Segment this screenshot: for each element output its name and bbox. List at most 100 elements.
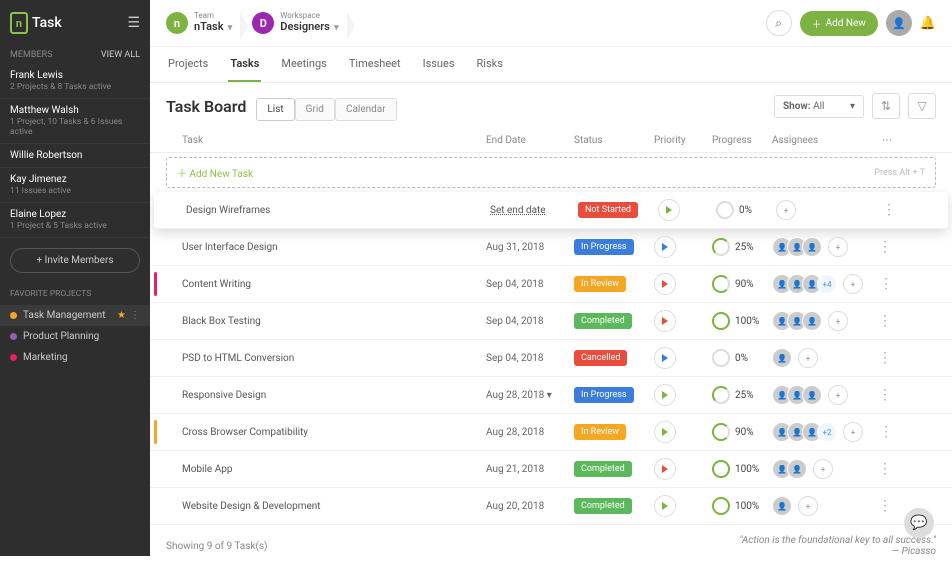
task-row[interactable]: Content Writing Sep 04, 2018 In Review 9… xyxy=(150,266,952,303)
priority-button[interactable] xyxy=(654,273,676,295)
task-row[interactable]: Cross Browser Compatibility Aug 28, 2018… xyxy=(150,414,952,451)
status-badge[interactable]: Completed xyxy=(574,461,632,477)
add-assignee-button[interactable]: + xyxy=(813,459,833,479)
member-item[interactable]: Kay Jimenez11 Issues active xyxy=(0,168,150,203)
task-row[interactable]: Responsive Design Aug 28, 2018 ▾ In Prog… xyxy=(150,377,952,414)
view-calendar-button[interactable]: Calendar xyxy=(335,98,397,121)
column-menu-button[interactable]: ⋯ xyxy=(862,135,892,146)
status-badge[interactable]: Not Started xyxy=(578,202,638,218)
row-menu-button[interactable]: ⋮ xyxy=(862,461,892,477)
show-filter-select[interactable]: Show: All ▾ xyxy=(774,95,864,118)
end-date[interactable]: Sep 04, 2018 xyxy=(486,353,574,364)
end-date[interactable]: Set end date xyxy=(490,205,578,216)
tab-risks[interactable]: Risks xyxy=(475,47,505,82)
status-badge[interactable]: Cancelled xyxy=(574,350,627,366)
row-menu-button[interactable]: ⋮ xyxy=(863,424,893,440)
task-row[interactable]: Mobile App Aug 21, 2018 Completed 100% 👤… xyxy=(150,451,952,488)
member-item[interactable]: Elaine Lopez1 Project & 5 Tasks active xyxy=(0,203,150,238)
tab-tasks[interactable]: Tasks xyxy=(228,47,261,82)
view-all-link[interactable]: View All xyxy=(101,50,140,60)
status-badge[interactable]: In Review xyxy=(574,424,626,440)
status-badge[interactable]: Completed xyxy=(574,498,632,514)
tab-projects[interactable]: Projects xyxy=(166,47,210,82)
tab-meetings[interactable]: Meetings xyxy=(279,47,328,82)
assignee-avatar[interactable]: 👤 xyxy=(802,385,822,405)
status-badge[interactable]: In Progress xyxy=(574,239,634,255)
end-date[interactable]: Sep 04, 2018 xyxy=(486,316,574,327)
priority-button[interactable] xyxy=(654,347,676,369)
filter-button[interactable]: ▽ xyxy=(908,93,936,119)
row-menu-button[interactable]: ⋮ xyxy=(862,239,892,255)
end-date[interactable]: Aug 31, 2018 xyxy=(486,242,574,253)
row-menu-button[interactable]: ⋮ xyxy=(862,350,892,366)
add-new-button[interactable]: ＋Add New xyxy=(800,11,878,36)
add-assignee-button[interactable]: + xyxy=(798,496,818,516)
add-assignee-button[interactable]: + xyxy=(776,200,796,220)
end-date[interactable]: Aug 28, 2018 xyxy=(486,427,574,438)
row-menu-button[interactable]: ⋮ xyxy=(862,498,892,514)
add-assignee-button[interactable]: + xyxy=(843,422,863,442)
menu-icon[interactable]: ☰ xyxy=(127,15,140,31)
assignee-avatar[interactable]: 👤 xyxy=(772,496,792,516)
task-row[interactable]: Website Design & Development Aug 20, 201… xyxy=(150,488,952,525)
app-logo[interactable]: n Task xyxy=(10,12,62,34)
invite-members-button[interactable]: + Invite Members xyxy=(10,248,140,273)
add-assignee-button[interactable]: + xyxy=(828,385,848,405)
sort-button[interactable]: ⇅ xyxy=(872,93,900,119)
team-badge: n xyxy=(166,12,188,34)
view-list-button[interactable]: List xyxy=(256,98,294,121)
favorites-header: FAVORITE PROJECTS xyxy=(0,283,150,305)
status-badge[interactable]: In Progress xyxy=(574,387,634,403)
priority-button[interactable] xyxy=(658,199,680,221)
add-assignee-button[interactable]: + xyxy=(828,311,848,331)
row-menu-button[interactable]: ⋮ xyxy=(866,202,896,218)
row-menu-button[interactable]: ⋮ xyxy=(863,276,893,292)
end-date[interactable]: Aug 21, 2018 xyxy=(486,464,574,475)
end-date[interactable]: Aug 20, 2018 xyxy=(486,501,574,512)
assignee-avatar[interactable]: 👤 xyxy=(772,348,792,368)
priority-button[interactable] xyxy=(654,421,676,443)
add-assignee-button[interactable]: + xyxy=(828,237,848,257)
end-date[interactable]: Aug 28, 2018 ▾ xyxy=(486,390,574,401)
favorite-project-item[interactable]: Product Planning xyxy=(0,326,150,347)
status-badge[interactable]: In Review xyxy=(574,276,626,292)
member-item[interactable]: Frank Lewis2 Projects & 8 Tasks active xyxy=(0,64,150,99)
favorite-project-item[interactable]: Marketing xyxy=(0,347,150,368)
priority-button[interactable] xyxy=(654,236,676,258)
task-row[interactable]: Design Wireframes Set end date Not Start… xyxy=(154,192,948,229)
chat-button[interactable]: 💬 xyxy=(904,508,934,538)
add-assignee-button[interactable]: + xyxy=(843,274,863,294)
end-date[interactable]: Sep 04, 2018 xyxy=(486,279,574,290)
assignee-overflow[interactable]: +2 xyxy=(817,422,837,442)
more-icon[interactable]: ⋮ xyxy=(130,310,140,321)
assignee-avatar[interactable]: 👤 xyxy=(802,237,822,257)
priority-button[interactable] xyxy=(654,384,676,406)
assignee-overflow[interactable]: +4 xyxy=(817,274,837,294)
priority-button[interactable] xyxy=(654,310,676,332)
task-row[interactable]: Black Box Testing Sep 04, 2018 Completed… xyxy=(150,303,952,340)
row-menu-button[interactable]: ⋮ xyxy=(862,313,892,329)
assignee-avatar[interactable]: 👤 xyxy=(787,459,807,479)
bell-icon[interactable]: 🔔 xyxy=(920,16,936,31)
member-item[interactable]: Matthew Walsh1 Project, 10 Tasks & 6 Iss… xyxy=(0,99,150,144)
tab-issues[interactable]: Issues xyxy=(421,47,457,82)
task-row[interactable]: User Interface Design Aug 31, 2018 In Pr… xyxy=(150,229,952,266)
member-item[interactable]: Willie Robertson xyxy=(0,144,150,168)
tab-timesheet[interactable]: Timesheet xyxy=(347,47,403,82)
workspace-crumb[interactable]: D Workspace Designers ▾ xyxy=(252,12,350,34)
search-button[interactable]: ⌕ xyxy=(766,10,792,36)
task-row[interactable]: PSD to HTML Conversion Sep 04, 2018 Canc… xyxy=(150,340,952,377)
user-avatar[interactable]: 👤 xyxy=(886,10,912,36)
progress-text: 0% xyxy=(735,353,748,364)
add-assignee-button[interactable]: + xyxy=(798,348,818,368)
priority-button[interactable] xyxy=(654,495,676,517)
team-crumb[interactable]: n Team nTask ▾ xyxy=(166,12,244,34)
priority-button[interactable] xyxy=(654,458,676,480)
status-badge[interactable]: Completed xyxy=(574,313,632,329)
row-menu-button[interactable]: ⋮ xyxy=(862,387,892,403)
favorite-project-item[interactable]: Task Management★⋮ xyxy=(0,305,150,326)
view-grid-button[interactable]: Grid xyxy=(295,98,335,121)
assignee-avatar[interactable]: 👤 xyxy=(802,311,822,331)
project-color-dot xyxy=(10,333,17,340)
add-task-row[interactable]: ＋ Add New Task Press Alt + T xyxy=(166,157,936,188)
